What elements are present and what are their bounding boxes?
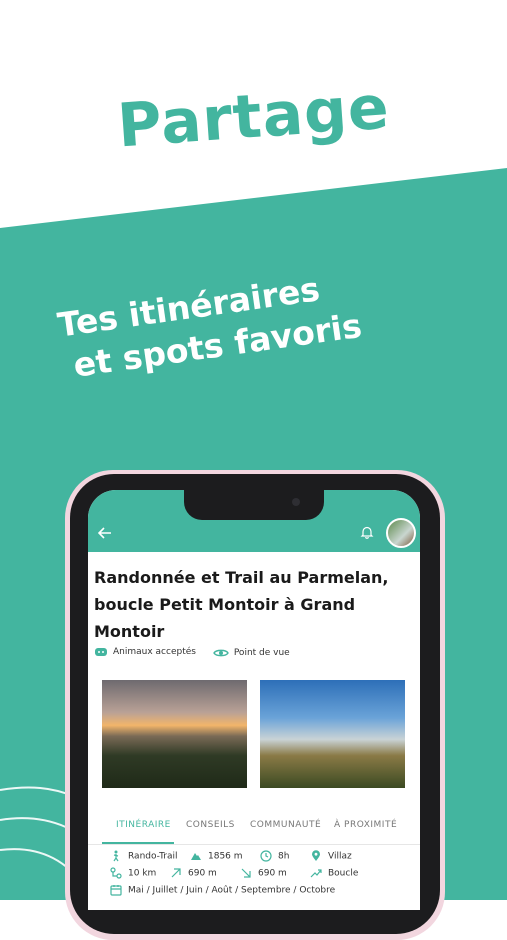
- route-title: Randonnée et Trail au Parmelan, boucle P…: [94, 568, 389, 641]
- trend-icon: [310, 869, 322, 878]
- stat-loss-value: 690 m: [258, 868, 287, 879]
- stat-gain-value: 690 m: [188, 868, 217, 879]
- tab-conseils[interactable]: CONSEILS: [186, 820, 235, 830]
- mountain-icon: [191, 853, 201, 860]
- hiker-icon: [113, 850, 119, 862]
- stat-location-value: Villaz: [328, 851, 352, 862]
- stat-distance: 10 km: [110, 867, 156, 879]
- eye-icon: [213, 649, 229, 657]
- stat-gain: 690 m: [170, 867, 217, 879]
- tab-communaute[interactable]: COMMUNAUTÉ: [250, 820, 321, 830]
- stat-activity-value: Rando-Trail: [128, 851, 178, 862]
- route-photo-cliffs[interactable]: [260, 680, 405, 788]
- stat-months: Mai / Juillet / Juin / Août / Septembre …: [110, 884, 335, 896]
- arrow-down-right-icon: [241, 868, 251, 878]
- stat-route-type-value: Boucle: [328, 868, 359, 879]
- tag-viewpoint: Point de vue: [213, 648, 290, 658]
- clock-icon: [260, 850, 272, 862]
- tab-a-proximite[interactable]: À PROXIMITÉ: [334, 820, 397, 830]
- stat-duration-value: 8h: [278, 851, 290, 862]
- stat-loss: 690 m: [240, 867, 287, 879]
- user-avatar[interactable]: [386, 518, 416, 548]
- location-pin-icon: [312, 850, 320, 861]
- distance-icon: [110, 867, 122, 879]
- phone-notch: [184, 490, 324, 520]
- stat-months-value: Mai / Juillet / Juin / Août / Septembre …: [128, 885, 336, 896]
- route-photo-sunset[interactable]: [102, 680, 247, 788]
- bell-icon[interactable]: [360, 524, 374, 539]
- route-tags: Animaux acceptés Point de vue: [94, 646, 304, 661]
- tag-viewpoint-label: Point de vue: [233, 648, 290, 658]
- arrow-left-icon[interactable]: [97, 524, 112, 543]
- stat-distance-value: 10 km: [128, 868, 157, 879]
- stat-altitude-value: 1856 m: [208, 851, 243, 862]
- stat-altitude: 1856 m: [190, 850, 243, 862]
- dog-icon: [95, 648, 107, 656]
- app-screen: Randonnée et Trail au Parmelan, boucle P…: [88, 490, 420, 910]
- stat-duration: 8h: [260, 850, 289, 862]
- stat-route-type: Boucle: [310, 867, 358, 879]
- tag-animals: Animaux acceptés: [94, 646, 196, 658]
- calendar-icon: [110, 885, 122, 896]
- tag-animals-label: Animaux acceptés: [113, 647, 196, 657]
- arrow-up-right-icon: [171, 868, 181, 878]
- stat-activity: Rando-Trail: [110, 850, 177, 862]
- stat-location: Villaz: [310, 850, 352, 862]
- route-tabs: ITINÉRAIRE CONSEILS COMMUNAUTÉ À PROXIMI…: [88, 808, 420, 845]
- tab-itineraire[interactable]: ITINÉRAIRE: [116, 820, 171, 830]
- tab-active-indicator: [102, 842, 174, 844]
- camera-dot: [292, 498, 300, 506]
